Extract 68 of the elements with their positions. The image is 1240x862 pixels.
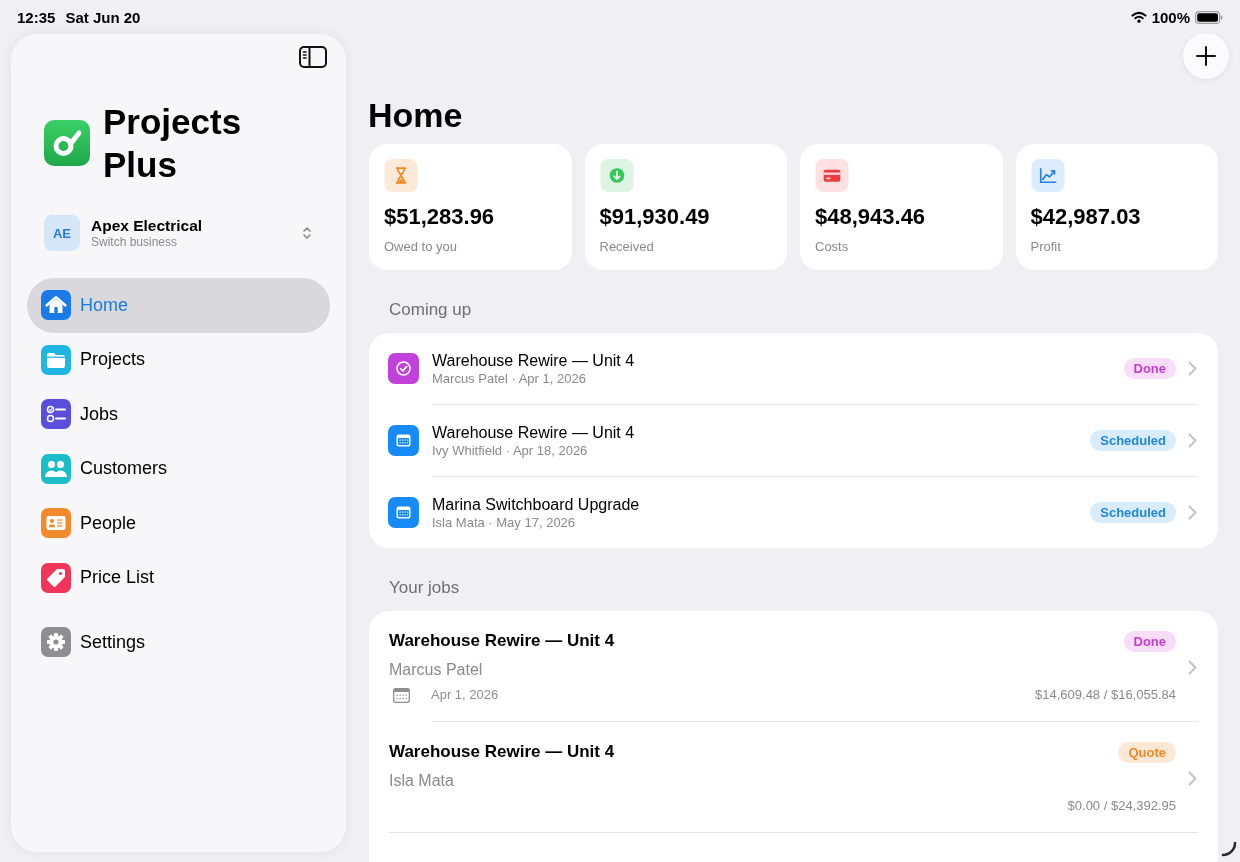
status-badge: Done	[1123, 358, 1176, 379]
calendar-icon	[388, 497, 419, 528]
status-badge: Scheduled	[1090, 430, 1176, 451]
status-badge: Quote	[1118, 741, 1176, 763]
hourglass-icon	[384, 159, 418, 192]
job-amount: $14,609.48 / $16,055.84	[1035, 686, 1176, 704]
job-subtitle: Ivy Whitfield · Apr 18, 2026	[432, 441, 588, 459]
contact-card-icon	[41, 508, 71, 539]
line-chart-icon	[1030, 159, 1065, 192]
section-heading: Coming up	[388, 299, 472, 321]
job-title: Warehouse Rewire — Unit 4	[389, 630, 615, 652]
sidebar-nav-item[interactable]: Projects	[27, 332, 330, 387]
chevron-right-icon	[1188, 361, 1197, 376]
calendar-icon	[393, 687, 410, 703]
sidebar-nav-item[interactable]: People	[27, 496, 330, 551]
stat-amount: $91,930.49	[599, 204, 710, 230]
up-down-chevron-icon	[302, 225, 312, 241]
app-logo-icon	[44, 120, 90, 166]
job-title: Warehouse Rewire — Unit 4	[389, 741, 615, 763]
house-icon	[41, 290, 71, 321]
job-date: Apr 1, 2026	[431, 686, 499, 704]
stat-label: Owed to you	[384, 239, 457, 255]
sidebar-icon	[299, 46, 327, 68]
sidebar-nav-item[interactable]: Jobs	[27, 387, 330, 442]
business-initials-avatar: AE	[44, 215, 80, 251]
stat-amount: $48,943.46	[815, 204, 926, 230]
stat-amount: $51,283.96	[384, 204, 495, 230]
price-tag-icon	[41, 562, 71, 593]
customer-name: Marcus Patel	[389, 660, 483, 680]
sidebar-nav-item[interactable]: Customers	[27, 441, 330, 496]
gear-icon	[41, 627, 71, 658]
stat-amount: $42,987.03	[1030, 204, 1141, 230]
business-switcher[interactable]: AE Apex Electrical Switch business	[27, 215, 330, 251]
page-title: Home	[368, 95, 464, 135]
calendar-icon	[388, 425, 419, 456]
sidebar-nav-item[interactable]: Price List	[27, 550, 330, 605]
chevron-right-icon	[1188, 505, 1197, 520]
chevron-right-icon	[1188, 659, 1197, 675]
chevron-right-icon	[1188, 433, 1197, 448]
battery-percentage: 100%	[1151, 8, 1190, 26]
two-people-icon	[41, 453, 71, 484]
job-title: Marina Switchboard Upgrade	[432, 494, 640, 514]
stat-label: Received	[599, 239, 654, 255]
section-heading: Your jobs	[388, 577, 460, 599]
status-time: 12:35	[17, 8, 56, 26]
job-subtitle: Isla Mata · May 17, 2026	[432, 513, 576, 531]
sidebar-toggle-button[interactable]	[299, 46, 327, 68]
checklist-icon	[41, 399, 71, 430]
sidebar-nav-item[interactable]: Settings	[27, 615, 330, 670]
battery-icon	[1195, 10, 1223, 24]
credit-card-icon	[815, 159, 849, 192]
customer-name: Isla Mata	[389, 771, 454, 791]
wifi-icon	[1130, 11, 1147, 23]
stat-label: Profit	[1030, 239, 1061, 255]
plus-icon	[1196, 46, 1216, 66]
stat-label: Costs	[815, 239, 849, 255]
job-title: Warehouse Rewire — Unit 4	[432, 422, 635, 442]
status-date: Sat Jun 20	[65, 8, 141, 26]
chevron-right-icon	[1188, 770, 1197, 786]
app-title: Projects Plus	[103, 101, 243, 186]
job-amount: $0.00 / $24,392.95	[1067, 797, 1176, 815]
status-badge: Scheduled	[1090, 502, 1176, 523]
job-title: Warehouse Rewire — Unit 4	[432, 350, 635, 370]
status-badge: Done	[1123, 630, 1176, 652]
folder-icon	[41, 344, 71, 375]
resize-corner-icon[interactable]	[1221, 841, 1237, 857]
add-button[interactable]	[1183, 34, 1229, 79]
job-subtitle: Marcus Patel · Apr 1, 2026	[432, 369, 586, 387]
